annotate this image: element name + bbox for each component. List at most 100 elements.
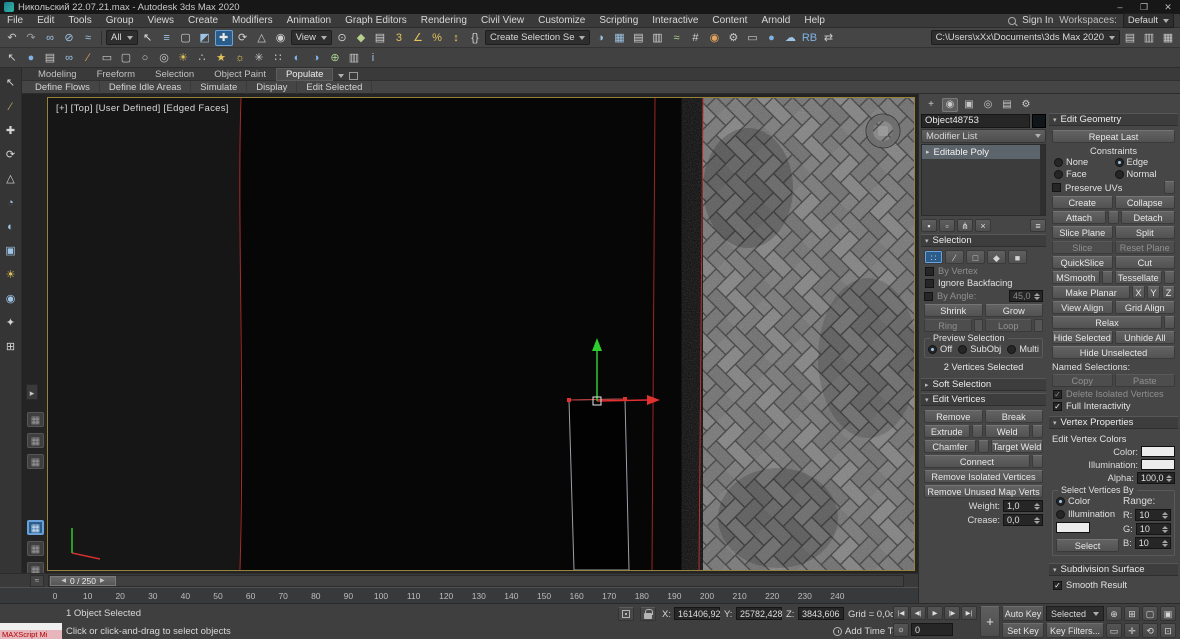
select-button[interactable]: Select [1056,539,1119,552]
paste-button[interactable]: Paste [1115,374,1176,387]
b-field[interactable]: 10 [1135,537,1171,549]
menu-animation[interactable]: Animation [280,14,338,28]
by-angle-field[interactable]: 45,0 [1009,290,1043,302]
viewport-layout-tab-5[interactable]: ▦ [27,541,44,556]
target-weld-button[interactable]: Target Weld [991,440,1043,453]
move-icon[interactable]: ✚ [1,124,21,139]
delete-isolated-vertices-checkbox[interactable]: ✓Delete Isolated Vertices [1053,389,1174,399]
select-by-name-icon[interactable]: ≡ [158,30,176,46]
layer-explorer-icon[interactable]: ▤ [629,30,647,46]
ribbon-tab-freeform[interactable]: Freeform [87,68,146,81]
menu-group[interactable]: Group [99,14,141,28]
configure-modifier-sets-icon[interactable]: ≡ [1030,219,1046,232]
remove-isolated-vertices-button[interactable]: Remove Isolated Vertices [924,470,1043,483]
select-by-color-swatch[interactable] [1056,522,1090,533]
face-radio[interactable]: Face [1054,169,1113,179]
minimize-button[interactable]: – [1110,0,1130,14]
off-radio[interactable]: Off [928,344,952,354]
previous-key-button[interactable]: ◀| [910,606,926,620]
populate-tool-simulate[interactable]: Simulate [191,81,247,94]
rounded-rectangle-icon[interactable]: ▢ [117,50,135,66]
zoom-region-icon[interactable]: ▭ [1106,623,1122,638]
dots-icon[interactable]: ∷ [269,50,287,66]
smooth-result-checkbox[interactable]: ✓Smooth Result [1053,580,1174,590]
close-button[interactable]: ✕ [1158,0,1178,14]
subdivision-surface-rollout-header[interactable]: Subdivision Surface [1049,563,1178,576]
schematic-view-icon[interactable]: # [686,30,704,46]
go-to-end-button[interactable]: ▶| [961,606,977,620]
menu-tools[interactable]: Tools [61,14,98,28]
render-rb-icon[interactable]: RB [800,30,818,46]
viewport-label[interactable]: [+] [Top] [User Defined] [Edged Faces] [56,103,229,114]
none-radio[interactable]: None [1054,157,1113,167]
search-icon[interactable] [1008,17,1016,25]
macro-recorder-line[interactable]: MAXScript Mi [0,630,62,639]
weld-button[interactable]: Weld [985,425,1031,438]
weld-settings-button[interactable] [1032,425,1043,438]
unlink-selection-icon[interactable]: ⊘ [60,30,78,46]
use-pivot-center-icon[interactable]: ⊙ [333,30,351,46]
make-unique-icon[interactable]: ⋔ [957,219,973,232]
bind-to-space-warp-icon[interactable]: ≈ [79,30,97,46]
attach-settings-button[interactable] [1108,211,1119,224]
keyboard-override-icon[interactable]: ▤ [371,30,389,46]
next-frame-arrow-icon[interactable]: ▶ [100,576,105,586]
mini-curve-editor-button[interactable]: ≈ [30,575,44,587]
menu-civil-view[interactable]: Civil View [474,14,531,28]
key-set-dropdown[interactable]: Selected [1046,606,1104,621]
extrude-button[interactable]: Extrude [924,425,970,438]
unhide-all-button[interactable]: Unhide All [1115,331,1176,344]
selection-rollout-header[interactable]: Selection [921,234,1046,247]
make-planar-button[interactable]: Make Planar [1052,286,1130,299]
by-angle-checkbox[interactable]: By Angle: [924,291,1006,301]
utilities-tab-icon[interactable]: ⚙ [1018,98,1034,112]
tessellate-button[interactable]: Tessellate [1115,271,1163,284]
stack-scrollbar[interactable] [1040,145,1045,215]
edit-named-selection-sets-icon[interactable]: {} [466,30,484,46]
remove-button[interactable]: Remove [924,410,983,423]
menu-scripting[interactable]: Scripting [592,14,645,28]
paint-icon[interactable]: ∕ [79,50,97,66]
crease-field[interactable]: 0,0 [1003,514,1043,526]
arc-icon[interactable]: ◔ [1,196,21,211]
current-frame-field[interactable]: 0 [911,623,953,636]
star-icon[interactable]: ★ [212,50,230,66]
set-keys-button[interactable]: + [980,606,1000,637]
modifier-list-dropdown[interactable]: Modifier List [921,129,1046,143]
zoom-all-icon[interactable]: ⊞ [1124,606,1140,621]
select-and-rotate-icon[interactable]: ⟳ [234,30,252,46]
repeat-last-button[interactable]: Repeat Last [1052,130,1175,143]
msmooth-settings-button[interactable] [1102,271,1113,284]
y-button[interactable]: Y [1147,286,1160,299]
go-to-start-button[interactable]: |◀ [893,606,909,620]
remove-unused-map-verts-button[interactable]: Remove Unused Map Verts [924,485,1043,498]
curve-editor-icon[interactable]: ≈ [667,30,685,46]
percent-snap-icon[interactable]: % [428,30,446,46]
asset-library-icon[interactable]: ▥ [1140,30,1158,46]
viewport-layout-tab-1[interactable]: ▦ [27,412,44,427]
window-crossing-icon[interactable]: ◩ [196,30,214,46]
vertex-properties-rollout-header[interactable]: Vertex Properties [1049,416,1178,429]
hide-unselected-button[interactable]: Hide Unselected [1052,346,1175,359]
orbit-icon[interactable]: ⟲ [1142,623,1158,638]
quickslice-button[interactable]: QuickSlice [1052,256,1113,269]
spray-icon[interactable]: ∴ [193,50,211,66]
zoom-icon[interactable]: ⊕ [1106,606,1122,621]
menu-arnold[interactable]: Arnold [754,14,797,28]
box-icon[interactable]: ▣ [1,244,21,259]
scene-converter-icon[interactable]: ⇄ [819,30,837,46]
object-color-swatch[interactable] [1032,114,1046,128]
pointer-icon[interactable]: ↖ [3,50,21,66]
msmooth-button[interactable]: MSmooth [1052,271,1100,284]
grid-align-button[interactable]: Grid Align [1115,301,1176,314]
sphere-icon[interactable]: ● [22,50,40,66]
menu-customize[interactable]: Customize [531,14,592,28]
scale-icon[interactable]: △ [1,172,21,187]
pin-stack-icon[interactable]: ▪ [921,219,937,232]
sun-icon[interactable]: ☀ [174,50,192,66]
by-vertex-checkbox[interactable]: By Vertex [925,266,1042,276]
select-and-scale-icon[interactable]: △ [253,30,271,46]
snap-toggle-3d-icon[interactable]: 3 [390,30,408,46]
set-key-button[interactable]: Set Key [1002,623,1044,638]
viewport-layout-tab-4[interactable]: ▦ [27,520,44,535]
